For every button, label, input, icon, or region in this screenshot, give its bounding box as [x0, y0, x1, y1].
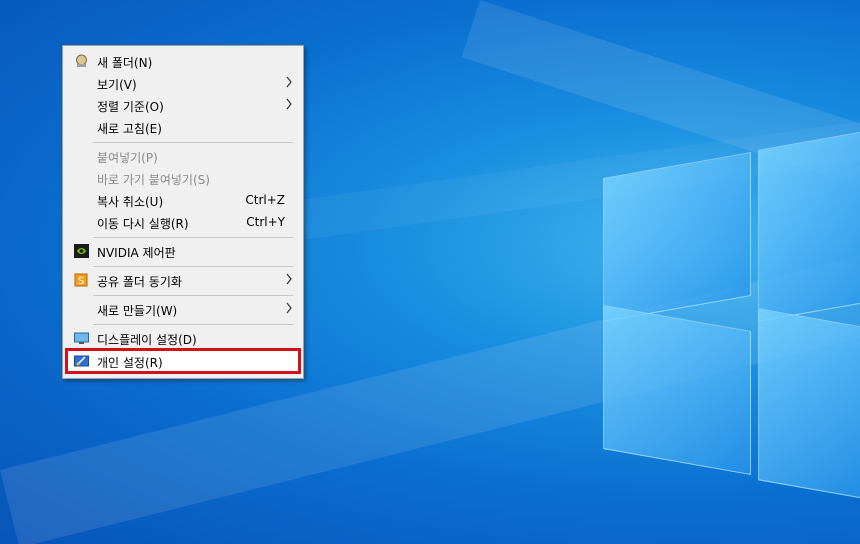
- menu-item-label: 복사 취소(U): [97, 195, 164, 209]
- sync-icon: S: [74, 273, 89, 287]
- menu-item-label: 보기(V): [97, 78, 137, 92]
- menu-separator: [93, 237, 293, 238]
- menu-item-new-folder[interactable]: 새 폴더(N): [65, 50, 301, 72]
- menu-item-label: 바로 가기 붙여넣기(S): [97, 173, 210, 187]
- menu-item-shortcut: Ctrl+Z: [245, 193, 285, 207]
- menu-item-sort-by[interactable]: 정렬 기준(O): [65, 94, 301, 116]
- menu-item-new[interactable]: 새로 만들기(W): [65, 298, 301, 320]
- chevron-right-icon: [285, 302, 293, 317]
- menu-item-redo-move[interactable]: 이동 다시 실행(R) Ctrl+Y: [65, 211, 301, 233]
- menu-item-label: 새로 만들기(W): [97, 304, 178, 318]
- menu-item-label: 이동 다시 실행(R): [97, 217, 189, 231]
- menu-item-label: 정렬 기준(O): [97, 100, 164, 114]
- menu-separator: [93, 266, 293, 267]
- folder-gear-icon: [74, 54, 89, 68]
- menu-item-label: 공유 폴더 동기화: [97, 275, 182, 289]
- menu-item-label: 개인 설정(R): [97, 356, 163, 370]
- menu-item-label: NVIDIA 제어판: [97, 246, 176, 260]
- display-icon: [74, 331, 89, 345]
- menu-item-label: 디스플레이 설정(D): [97, 333, 197, 347]
- chevron-right-icon: [285, 76, 293, 91]
- menu-item-paste-shortcut[interactable]: 바로 가기 붙여넣기(S): [65, 167, 301, 189]
- menu-separator: [93, 324, 293, 325]
- menu-item-label: 붙여넣기(P): [97, 151, 158, 165]
- menu-item-nvidia-control-panel[interactable]: NVIDIA 제어판: [65, 240, 301, 262]
- menu-item-undo-copy[interactable]: 복사 취소(U) Ctrl+Z: [65, 189, 301, 211]
- windows-logo-pane-bottom-left: [603, 304, 751, 476]
- menu-item-personalize[interactable]: 개인 설정(R): [65, 348, 301, 374]
- svg-text:S: S: [78, 276, 84, 287]
- windows-logo-pane-top-left: [603, 151, 751, 323]
- desktop-context-menu: 새 폴더(N) 보기(V) 정렬 기준(O) 새로 고침(E) 붙여넣기(P) …: [62, 45, 304, 379]
- menu-item-refresh[interactable]: 새로 고침(E): [65, 116, 301, 138]
- menu-item-label: 새 폴더(N): [97, 56, 153, 70]
- menu-separator: [93, 295, 293, 296]
- menu-separator: [93, 142, 293, 143]
- windows-logo-pane-top-right: [758, 130, 860, 322]
- menu-item-shortcut: Ctrl+Y: [246, 215, 285, 229]
- chevron-right-icon: [285, 273, 293, 288]
- menu-item-display-settings[interactable]: 디스플레이 설정(D): [65, 327, 301, 349]
- nvidia-icon: [74, 244, 89, 258]
- windows-logo-pane-bottom-right: [758, 308, 860, 500]
- chevron-right-icon: [285, 98, 293, 113]
- personalize-icon: [74, 354, 89, 368]
- menu-item-shared-folder-sync[interactable]: S 공유 폴더 동기화: [65, 269, 301, 291]
- menu-item-label: 새로 고침(E): [97, 122, 162, 136]
- menu-item-view[interactable]: 보기(V): [65, 72, 301, 94]
- menu-item-paste[interactable]: 붙여넣기(P): [65, 145, 301, 167]
